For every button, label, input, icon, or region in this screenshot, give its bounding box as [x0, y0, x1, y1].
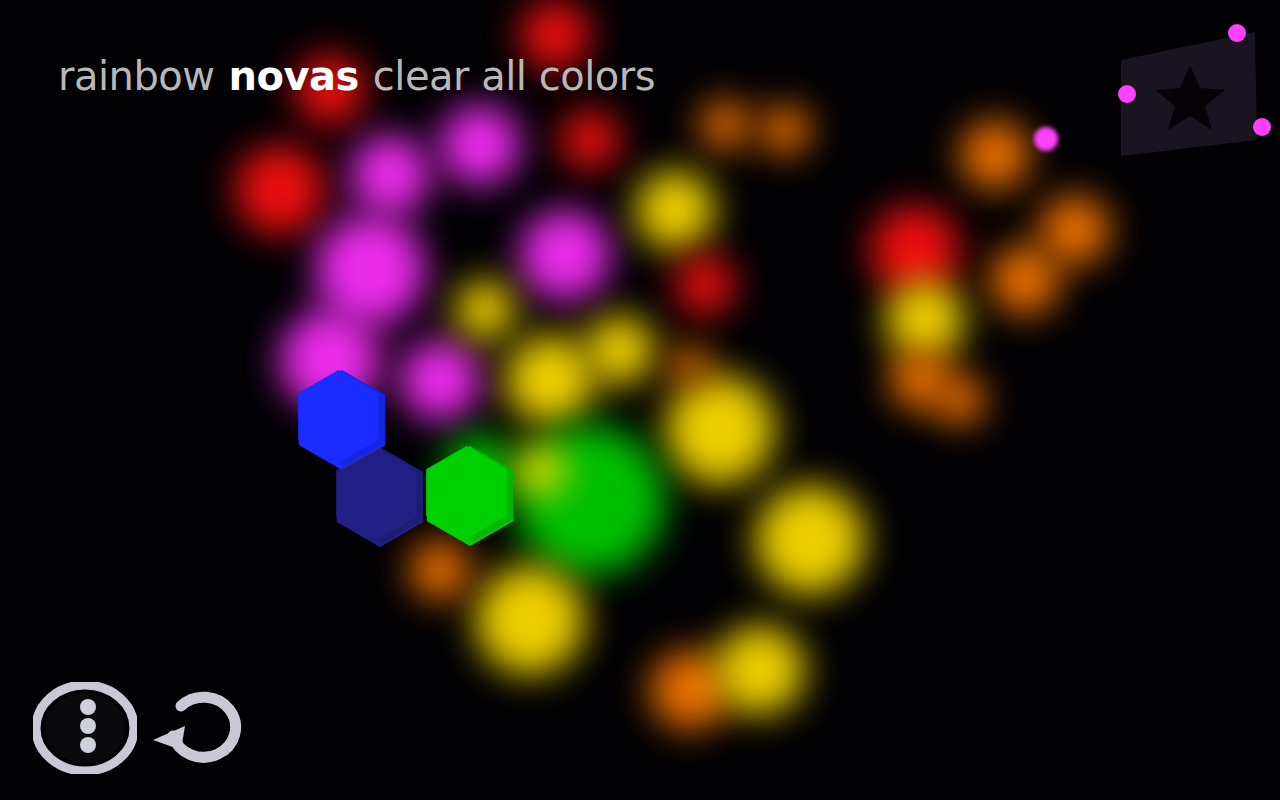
game-screen: rainbow novas clear all colors — [0, 0, 1280, 800]
nova-blob — [715, 625, 805, 715]
nova-blob — [400, 340, 480, 420]
nova-blob — [520, 210, 610, 300]
nova-blob — [675, 255, 735, 315]
nova-blob — [665, 375, 775, 485]
nova-blob — [455, 280, 515, 340]
nova-blob — [350, 135, 430, 215]
nova-blob — [885, 280, 965, 360]
title-word: rainbow — [58, 52, 215, 100]
nova-blob — [755, 485, 865, 595]
goal-dot — [1034, 127, 1058, 151]
nova-blob — [315, 215, 425, 325]
nova-blob — [960, 120, 1030, 190]
nova-blob — [440, 105, 520, 185]
controls — [33, 682, 243, 774]
nova-blob — [585, 315, 655, 385]
nova-blob — [560, 110, 620, 170]
nova-blob — [935, 375, 985, 425]
nova-blob — [635, 170, 715, 250]
title-word: clear all colors — [373, 52, 655, 100]
menu-icon[interactable] — [33, 682, 137, 774]
nova-blob — [475, 565, 585, 675]
nova-blob — [990, 245, 1060, 315]
nova-blob — [515, 445, 565, 495]
nova-blob — [235, 145, 325, 235]
goal-star-icon — [1105, 20, 1275, 170]
nova-blob — [700, 100, 750, 150]
hex-tile[interactable] — [420, 446, 520, 546]
nova-blob — [760, 105, 810, 155]
level-title: rainbow novas clear all colors — [58, 52, 655, 100]
title-word: novas — [229, 52, 359, 100]
nova-blob — [410, 540, 470, 600]
hex-tile[interactable] — [330, 447, 430, 547]
nova-blob — [670, 345, 710, 385]
nova-blob — [505, 335, 595, 425]
nova-blob — [1040, 195, 1110, 265]
board[interactable] — [0, 0, 1280, 800]
restart-icon[interactable] — [151, 688, 243, 768]
